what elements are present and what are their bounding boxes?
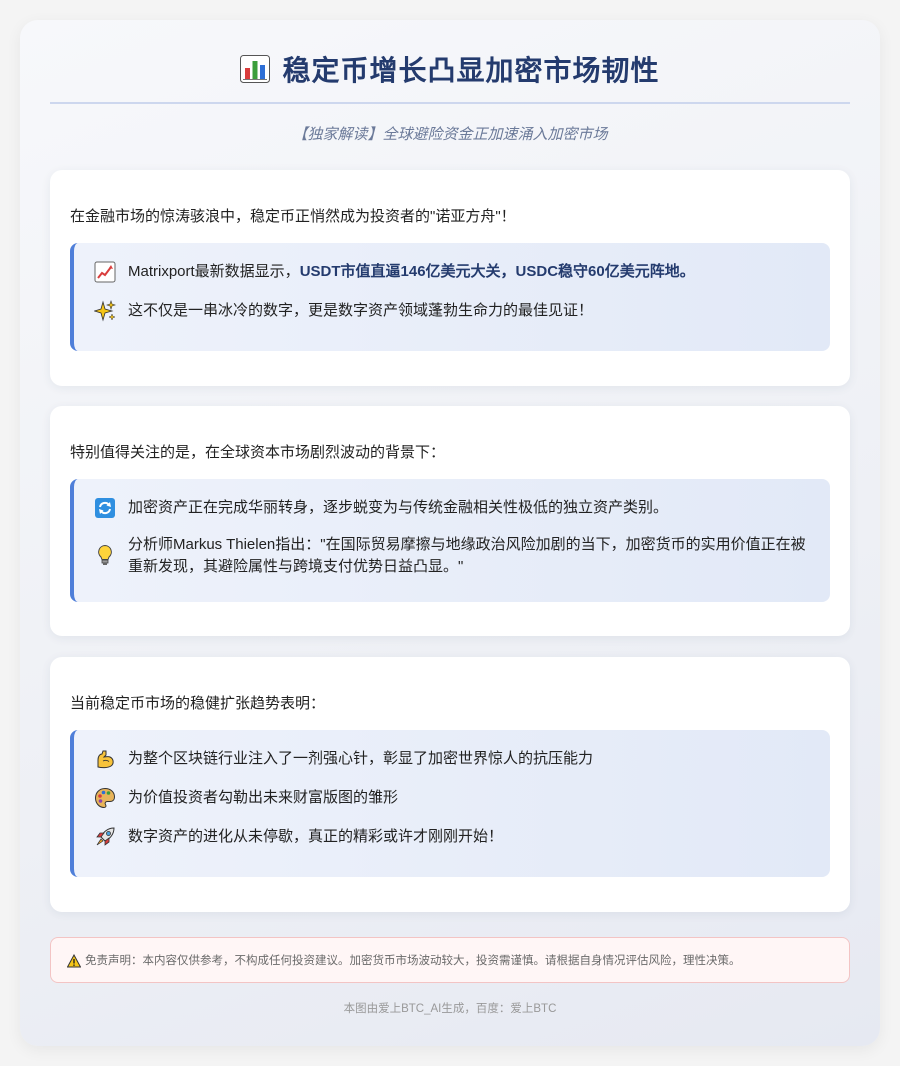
disclaimer-box: 免责声明：本内容仅供参考，不构成任何投资建议。加密货币市场波动较大，投资需谨慎。…	[50, 937, 850, 983]
item-text-emphasis: USDT市值直逼146亿美元大关，USDC稳守60亿美元阵地。	[299, 263, 695, 280]
refresh-arrows-icon	[95, 498, 115, 518]
bar-chart-icon	[240, 55, 271, 83]
section-1-intro: 在金融市场的惊涛骇浪中，稳定币正悄然成为投资者的"诺亚方舟"！	[70, 208, 516, 225]
list-item-text: 加密资产正在完成华丽转身，逐步蜕变为与传统金融相关性极低的独立资产类别。	[128, 499, 669, 516]
title-divider	[50, 102, 850, 104]
flexed-biceps-icon	[97, 750, 114, 769]
section-2-highlight: 加密资产正在完成华丽转身，逐步蜕变为与传统金融相关性极低的独立资产类别。 分析师…	[70, 479, 830, 602]
list-item-text: 分析师Markus Thielen指出："在国际贸易摩擦与地缘政治风险加剧的当下…	[128, 536, 806, 575]
section-card-3: 当前稳定币市场的稳健扩张趋势表明： 为整个区块链行业注入了一剂强心针，彰显了加密…	[50, 657, 850, 912]
section-2-intro: 特别值得关注的是，在全球资本市场剧烈波动的背景下：	[70, 444, 446, 461]
section-card-2: 特别值得关注的是，在全球资本市场剧烈波动的背景下： 加密资产正在完成华丽转身，逐…	[50, 406, 850, 636]
disclaimer-text: 免责声明：本内容仅供参考，不构成任何投资建议。加密货币市场波动较大，投资需谨慎。…	[85, 955, 741, 967]
section-3-highlight: 为整个区块链行业注入了一剂强心针，彰显了加密世界惊人的抗压能力 为价值投资者勾勒…	[70, 730, 830, 877]
page-subtitle: 【独家解读】全球避险资金正加速涌入加密市场	[292, 126, 608, 143]
rocket-icon	[96, 827, 115, 846]
page-title-text: 稳定币增长凸显加密市场韧性	[282, 55, 660, 86]
list-item-text: 这不仅是一串冰冷的数字，更是数字资产领域蓬勃生命力的最佳见证！	[128, 302, 594, 319]
section-1-highlight: Matrixport最新数据显示，USDT市值直逼146亿美元大关，USDC稳守…	[70, 243, 830, 351]
item-text-prefix: Matrixport最新数据显示，	[128, 263, 300, 280]
page-title: 稳定币增长凸显加密市场韧性	[50, 50, 850, 92]
sparkles-icon	[94, 300, 116, 322]
list-item-text: 数字资产的进化从未停歇，真正的精彩或许才刚刚开始！	[128, 828, 504, 845]
list-item-text: Matrixport最新数据显示，USDT市值直逼146亿美元大关，USDC稳守…	[128, 261, 818, 283]
warning-icon	[67, 954, 81, 968]
list-item-text: 为价值投资者勾勒出未来财富版图的雏形	[128, 789, 399, 806]
section-card-1: 在金融市场的惊涛骇浪中，稳定币正悄然成为投资者的"诺亚方舟"！ Matrixpo…	[50, 170, 850, 386]
light-bulb-icon	[98, 544, 112, 565]
page-container: 稳定币增长凸显加密市场韧性 【独家解读】全球避险资金正加速涌入加密市场 在金融市…	[20, 20, 880, 1046]
section-3-intro: 当前稳定币市场的稳健扩张趋势表明：	[70, 695, 326, 712]
chart-increasing-icon	[94, 261, 116, 283]
list-item-text: 为整个区块链行业注入了一剂强心针，彰显了加密世界惊人的抗压能力	[128, 750, 594, 767]
footer-note: 本图由爱上BTC_AI生成，百度：爱上BTC	[343, 1003, 557, 1015]
artist-palette-icon	[94, 787, 116, 809]
